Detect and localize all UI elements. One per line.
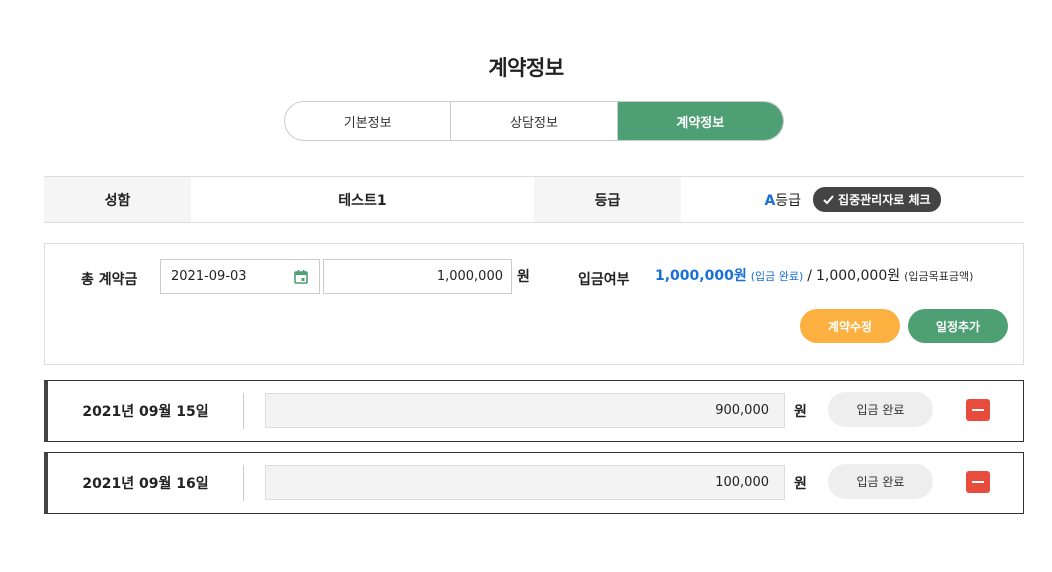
tab-bar: 기본정보 상담정보 계약정보 bbox=[284, 101, 784, 141]
grade-value: A등급 집중관리자로 체크 bbox=[681, 177, 1024, 222]
name-label: 성함 bbox=[44, 177, 191, 222]
deposit-amount: 1,000,000원 bbox=[655, 268, 747, 284]
contract-summary-box: 총 계약금 2021-09-03 1,000,000 원 입금여부 1,000,… bbox=[44, 243, 1024, 365]
deposit-info: 1,000,000원 (입금 완료) / 1,000,000원 (입금목표금액) bbox=[655, 265, 973, 285]
divider bbox=[243, 393, 244, 429]
grade-letter: A bbox=[764, 192, 776, 209]
contract-currency: 원 bbox=[517, 269, 530, 285]
schedule-row: 2021년 09월 16일 100,000 원 입금 완료 bbox=[44, 452, 1024, 514]
schedule-row: 2021년 09월 15일 900,000 원 입금 완료 bbox=[44, 380, 1024, 442]
tab-contract-info[interactable]: 계약정보 bbox=[617, 102, 783, 140]
tab-basic-info[interactable]: 기본정보 bbox=[285, 102, 452, 140]
total-contract-label: 총 계약금 bbox=[81, 272, 138, 288]
schedule-currency: 원 bbox=[794, 476, 807, 492]
page-title: 계약정보 bbox=[488, 56, 564, 80]
minus-icon bbox=[972, 409, 984, 411]
target-amount: 1,000,000원 bbox=[816, 268, 901, 284]
focus-manage-check-button[interactable]: 집중관리자로 체크 bbox=[813, 187, 941, 212]
customer-info-row: 성함 테스트1 등급 A등급 집중관리자로 체크 bbox=[44, 176, 1024, 223]
contract-date-value: 2021-09-03 bbox=[171, 269, 247, 284]
edit-contract-button[interactable]: 계약수정 bbox=[800, 309, 900, 343]
minus-icon bbox=[972, 481, 984, 483]
schedule-date: 2021년 09월 16일 bbox=[82, 476, 209, 492]
amount-separator: / bbox=[807, 268, 812, 284]
tab-consult-info[interactable]: 상담정보 bbox=[451, 102, 618, 140]
grade-suffix: 등급 bbox=[775, 192, 802, 209]
remove-schedule-button[interactable] bbox=[966, 399, 990, 421]
schedule-date: 2021년 09월 15일 bbox=[82, 404, 209, 420]
divider bbox=[243, 465, 244, 501]
schedule-amount-field[interactable]: 100,000 bbox=[265, 465, 785, 500]
deposit-complete-button[interactable]: 입금 완료 bbox=[828, 464, 933, 499]
check-icon bbox=[823, 194, 834, 204]
contract-date-field[interactable]: 2021-09-03 bbox=[160, 259, 320, 294]
grade-text: A등급 bbox=[764, 190, 801, 210]
deposit-status: (입금 완료) bbox=[750, 270, 804, 283]
deposit-complete-button[interactable]: 입금 완료 bbox=[828, 392, 933, 427]
add-schedule-button[interactable]: 일정추가 bbox=[908, 309, 1008, 343]
check-badge-label: 집중관리자로 체크 bbox=[838, 193, 931, 207]
grade-label: 등급 bbox=[534, 177, 681, 222]
remove-schedule-button[interactable] bbox=[966, 471, 990, 493]
schedule-currency: 원 bbox=[794, 404, 807, 420]
deposit-status-label: 입금여부 bbox=[578, 272, 630, 288]
name-value: 테스트1 bbox=[338, 192, 387, 209]
schedule-amount-field[interactable]: 900,000 bbox=[265, 393, 785, 428]
target-amount-label: (입금목표금액) bbox=[904, 270, 974, 283]
calendar-icon[interactable] bbox=[293, 269, 309, 285]
contract-amount-field[interactable]: 1,000,000 bbox=[323, 259, 512, 294]
